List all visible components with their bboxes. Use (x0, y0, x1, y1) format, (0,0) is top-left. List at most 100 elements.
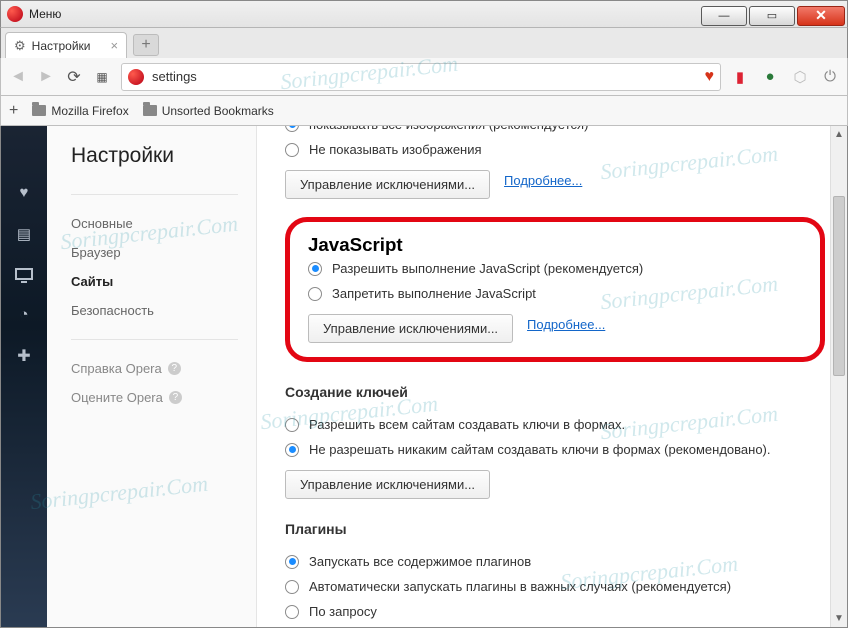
section-title-javascript: JavaScript (308, 234, 802, 256)
forward-button[interactable]: ► (37, 68, 55, 86)
new-tab-button[interactable]: + (133, 34, 159, 56)
maximize-icon: ▭ (767, 9, 777, 22)
globe-icon[interactable]: ● (761, 68, 779, 86)
radio-label: Не разрешать никаким сайтам создавать кл… (309, 442, 771, 457)
back-button[interactable]: ◄ (9, 68, 27, 86)
section-keys: Создание ключей Разрешить всем сайтам со… (285, 384, 825, 499)
bookmark-folder-firefox[interactable]: Mozilla Firefox (32, 104, 128, 118)
question-icon: ? (169, 391, 182, 404)
shield-icon[interactable]: ⬡ (791, 68, 809, 86)
radio-js-allow[interactable]: Разрешить выполнение JavaScript (рекомен… (308, 256, 802, 281)
sidebar-item-security[interactable]: Безопасность (71, 296, 256, 325)
power-icon[interactable]: ⏻ (821, 68, 839, 86)
heart-icon[interactable]: ♥ (705, 68, 715, 86)
radio-icon (285, 143, 299, 157)
minimize-icon: — (719, 10, 730, 22)
folder-icon (143, 105, 157, 116)
radio-show-images[interactable]: показывать все изооражения (рекомендуетс… (285, 126, 825, 137)
opera-logo-icon (7, 6, 23, 22)
speed-dial-button[interactable]: ▦ (93, 68, 111, 86)
js-more-link[interactable]: Подробнее... (527, 317, 605, 332)
bookmarks-bar: + Mozilla Firefox Unsorted Bookmarks (0, 96, 848, 126)
address-input[interactable] (152, 69, 705, 84)
close-icon: ✕ (815, 7, 827, 24)
heart-nav-icon[interactable]: ♥ (14, 184, 34, 200)
bookmark-icon[interactable]: ▮ (731, 68, 749, 86)
radio-plugins-ondemand[interactable]: По запросу (285, 599, 825, 624)
scrollbar[interactable]: ▲ ▼ (830, 126, 847, 627)
radio-label: Разрешить всем сайтам создавать ключи в … (309, 417, 625, 432)
radio-label: показывать все изооражения (рекомендуетс… (309, 126, 588, 132)
tab-strip: ⚙ Настройки × + (0, 28, 848, 58)
sidebar-item-basic[interactable]: Основные (71, 209, 256, 238)
help-label: Справка Opera (71, 361, 162, 376)
sidebar-item-sites[interactable]: Сайты (71, 267, 256, 296)
gear-icon: ⚙ (14, 38, 26, 54)
radio-label: Не показывать изображения (309, 142, 482, 157)
radio-icon (285, 443, 299, 457)
images-exceptions-button[interactable]: Управление исключениями... (285, 170, 490, 199)
radio-icon (308, 287, 322, 301)
keys-exceptions-button[interactable]: Управление исключениями... (285, 470, 490, 499)
sidebar-rate[interactable]: Оцените Opera? (71, 383, 256, 412)
history-icon[interactable]: ◔ (14, 306, 34, 322)
section-title-plugins: Плагины (285, 521, 825, 537)
scroll-down-icon[interactable]: ▼ (831, 610, 847, 627)
radio-js-deny[interactable]: Запретить выполнение JavaScript (308, 281, 802, 306)
tab-settings[interactable]: ⚙ Настройки × (5, 32, 127, 58)
bookmark-label: Unsorted Bookmarks (162, 104, 274, 118)
content-area: ♥ ▤ ◔ ✚ Настройки Основные Браузер Сайты… (0, 126, 848, 628)
radio-icon (308, 262, 322, 276)
monitor-icon[interactable] (15, 268, 33, 280)
bookmark-label: Mozilla Firefox (51, 104, 128, 118)
radio-keys-deny[interactable]: Не разрешать никаким сайтам создавать кл… (285, 437, 825, 462)
bookmark-folder-unsorted[interactable]: Unsorted Bookmarks (143, 104, 274, 118)
add-bookmark-button[interactable]: + (9, 102, 18, 120)
window-controls: — ▭ ✕ (701, 3, 847, 26)
toolbar-right-icons: ▮ ● ⬡ ⏻ (731, 68, 839, 86)
radio-keys-allow[interactable]: Разрешить всем сайтам создавать ключи в … (285, 412, 825, 437)
radio-hide-images[interactable]: Не показывать изображения (285, 137, 825, 162)
radio-icon (285, 605, 299, 619)
extensions-icon[interactable]: ✚ (14, 348, 34, 364)
radio-icon (285, 580, 299, 594)
toolbar: ◄ ► ⟳ ▦ ♥ ▮ ● ⬡ ⏻ (0, 58, 848, 96)
close-button[interactable]: ✕ (797, 6, 845, 26)
folder-icon (32, 105, 46, 116)
sidebar-item-browser[interactable]: Браузер (71, 238, 256, 267)
rate-label: Оцените Opera (71, 390, 163, 405)
radio-icon (285, 555, 299, 569)
minimize-button[interactable]: — (701, 6, 747, 26)
settings-title: Настройки (71, 144, 256, 168)
news-icon[interactable]: ▤ (14, 226, 34, 242)
opera-icon (128, 69, 144, 85)
scrollbar-thumb[interactable] (833, 196, 845, 376)
tab-close-icon[interactable]: × (111, 38, 119, 53)
scroll-up-icon[interactable]: ▲ (831, 126, 847, 143)
images-more-link[interactable]: Подробнее... (504, 173, 582, 188)
js-exceptions-button[interactable]: Управление исключениями... (308, 314, 513, 343)
radio-icon (285, 418, 299, 432)
maximize-button[interactable]: ▭ (749, 6, 795, 26)
section-images: показывать все изооражения (рекомендуетс… (285, 126, 825, 199)
radio-label: По запросу (309, 604, 377, 619)
sidebar-help[interactable]: Справка Opera? (71, 354, 256, 383)
radio-icon (285, 126, 299, 132)
radio-plugins-all[interactable]: Запускать все содержимое плагинов (285, 549, 825, 574)
highlight-javascript: JavaScript Разрешить выполнение JavaScri… (285, 217, 825, 362)
radio-plugins-important[interactable]: Автоматически запускать плагины в важных… (285, 574, 825, 599)
address-bar[interactable]: ♥ (121, 63, 721, 91)
speed-dial-icon[interactable] (14, 142, 34, 158)
menu-button[interactable]: Меню (29, 7, 61, 21)
settings-sidebar: Настройки Основные Браузер Сайты Безопас… (47, 126, 257, 627)
question-icon: ? (168, 362, 181, 375)
reload-button[interactable]: ⟳ (65, 68, 83, 86)
section-plugins: Плагины Запускать все содержимое плагино… (285, 521, 825, 627)
radio-plugins-never[interactable]: Не запускать плагины по умолчанию (285, 624, 825, 627)
radio-label: Разрешить выполнение JavaScript (рекомен… (332, 261, 643, 276)
vertical-nav: ♥ ▤ ◔ ✚ (1, 126, 47, 627)
section-title-keys: Создание ключей (285, 384, 825, 400)
radio-label: Запретить выполнение JavaScript (332, 286, 536, 301)
tab-title: Настройки (32, 39, 91, 53)
radio-label: Автоматически запускать плагины в важных… (309, 579, 731, 594)
